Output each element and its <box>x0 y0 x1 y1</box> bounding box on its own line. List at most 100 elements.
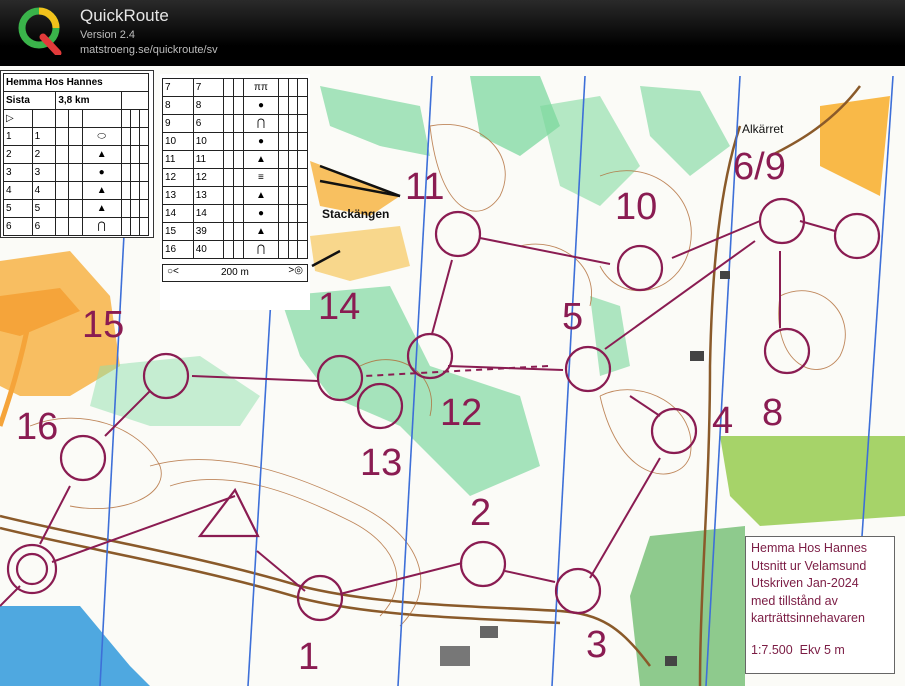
empty-cell <box>287 168 299 187</box>
empty-cell <box>223 114 234 133</box>
empty-cell <box>68 163 83 182</box>
info-line-2: Utsnitt ur Velamsund <box>751 558 867 573</box>
triangle-icon: ▲ <box>81 145 122 164</box>
description-right-row: 9 6 ⋂ <box>162 114 308 133</box>
finish-row: ○< 200 m >◎ <box>162 264 308 282</box>
control-code: 13 <box>192 186 225 205</box>
empty-cell <box>287 114 299 133</box>
control-number: 4 <box>3 181 33 200</box>
description-right-row: 16 40 ⋂ <box>162 240 308 259</box>
empty-cell <box>68 217 83 236</box>
empty-cell <box>55 163 70 182</box>
empty-cell <box>223 132 234 151</box>
empty-cell <box>68 181 83 200</box>
triangle-icon: ▲ <box>242 186 280 205</box>
control-code: 3 <box>31 163 57 182</box>
class-name: Sista <box>2 91 57 110</box>
empty-cell <box>120 163 131 182</box>
info-line-1: Hemma Hos Hannes <box>751 541 868 555</box>
control-code: 5 <box>31 199 57 218</box>
empty-cell <box>138 163 150 182</box>
empty-cell <box>68 145 83 164</box>
control-description-right: 7 7 ππ 8 8 ● 9 6 ⋂ 10 10 ● 11 11 ▲ 12 12 ≡ 13 13 ▲ 14 14 ● 15 39 ▲… <box>160 74 310 310</box>
empty-cell <box>297 114 308 133</box>
start-symbol: ▷ <box>3 109 33 128</box>
empty-cell <box>129 127 140 146</box>
empty-cell <box>287 186 299 205</box>
description-right-row: 8 8 ● <box>162 96 308 115</box>
empty-cell <box>287 240 299 259</box>
app-title: QuickRoute <box>80 6 169 25</box>
empty-cell <box>233 96 244 115</box>
empty-cell <box>223 186 234 205</box>
empty-cell <box>129 199 140 218</box>
dot-icon: ● <box>242 132 280 151</box>
empty-cell <box>233 240 244 259</box>
control-description-table-right: 7 7 ππ 8 8 ● 9 6 ⋂ 10 10 ● 11 11 ▲ 12 12 ≡ 13 13 ▲ 14 14 ● 15 39 ▲… <box>162 78 308 259</box>
empty-cell <box>68 199 83 218</box>
control-code: 4 <box>31 181 57 200</box>
oval-icon: ⬭ <box>81 127 122 146</box>
empty-cell <box>278 150 289 169</box>
empty-cell <box>297 132 308 151</box>
empty-cell <box>138 217 150 236</box>
empty-cell <box>287 150 299 169</box>
empty-cell <box>233 150 244 169</box>
control-code: 6 <box>31 217 57 236</box>
triangle-icon: ▲ <box>81 199 122 218</box>
control-number: 8 <box>162 96 194 115</box>
description-right-row: 7 7 ππ <box>162 78 308 97</box>
control-label-10: 10 <box>615 186 658 228</box>
empty-cell <box>138 181 150 200</box>
empty-cell <box>223 240 234 259</box>
finish-circle-icon: ○< <box>167 266 179 277</box>
empty-cell <box>278 240 289 259</box>
description-right-row: 12 12 ≡ <box>162 168 308 187</box>
finish-distance: 200 m <box>221 267 249 278</box>
info-line-3: Utskriven Jan-2024 <box>751 576 859 590</box>
control-description-left: Hemma Hos Hannes Sista 3,8 km ▷ 1 1 ⬭ 2 2 ▲ 3 3 ●… <box>0 70 154 238</box>
description-left-row: 1 1 ⬭ <box>3 127 150 146</box>
info-scale-line: 1:7.500 Ekv 5 m <box>751 642 889 660</box>
empty-cell <box>120 145 131 164</box>
description-left-row: 2 2 ▲ <box>3 145 150 164</box>
empty-cell <box>278 168 289 187</box>
control-number: 1 <box>3 127 33 146</box>
event-name: Hemma Hos Hannes <box>3 73 149 92</box>
app-url: matstroeng.se/quickroute/sv <box>80 44 218 56</box>
dot-icon: ● <box>81 163 122 182</box>
empty-cell <box>287 132 299 151</box>
empty-cell <box>129 163 140 182</box>
empty-cell <box>233 204 244 223</box>
description-right-row: 13 13 ▲ <box>162 186 308 205</box>
app-window: QuickRoute Version 2.4 matstroeng.se/qui… <box>0 0 905 686</box>
control-number: 16 <box>162 240 194 259</box>
empty-cell <box>287 96 299 115</box>
empty-cell <box>233 186 244 205</box>
quickroute-logo <box>18 7 62 55</box>
control-code: 6 <box>192 114 225 133</box>
info-line-4: med tillstånd av <box>751 593 838 608</box>
start-triangle <box>197 487 260 538</box>
control-label-1: 1 <box>298 636 320 678</box>
control-number: 13 <box>162 186 194 205</box>
control-number: 11 <box>162 150 194 169</box>
control-label-13: 13 <box>360 442 403 484</box>
description-left-row: 5 5 ▲ <box>3 199 150 218</box>
empty-cell <box>297 186 308 205</box>
control-label-12: 12 <box>440 392 483 434</box>
control-number: 14 <box>162 204 194 223</box>
orienteering-map[interactable]: 1 2 3 4 5 6/9 8 10 11 12 13 14 15 16 Alk… <box>0 66 905 686</box>
empty-cell <box>55 181 70 200</box>
empty-cell <box>278 78 289 97</box>
finish-double-circle-icon: >◎ <box>288 265 303 276</box>
control-code: 1 <box>31 127 57 146</box>
control-number: 2 <box>3 145 33 164</box>
empty-cell <box>297 168 308 187</box>
control-code: 10 <box>192 132 225 151</box>
place-name-stackangen: Stackängen <box>322 207 390 221</box>
empty-cell <box>129 181 140 200</box>
empty-cell <box>138 145 150 164</box>
control-number: 5 <box>3 199 33 218</box>
empty-cell <box>297 240 308 259</box>
